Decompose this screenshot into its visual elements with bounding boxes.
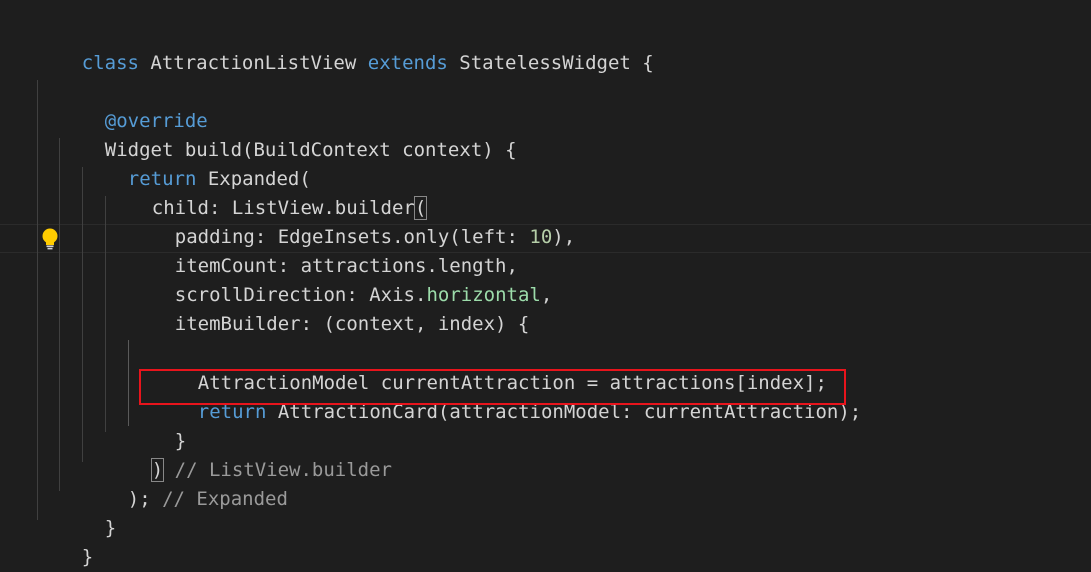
code-line-method-close[interactable]: } (59, 485, 116, 539)
comment-expanded: // Expanded (150, 488, 288, 510)
class-close-brace: } (81, 546, 94, 568)
code-line-override[interactable]: @override (59, 78, 208, 132)
code-line-padding[interactable]: padding: EdgeInsets.only(left: 10), (129, 194, 575, 248)
code-line-class-close[interactable]: } (36, 514, 93, 568)
superclass: StatelessWidget { (447, 52, 654, 74)
expanded-close: ); (127, 488, 151, 510)
class-name: AttractionListView (138, 52, 368, 74)
code-line-scroll-direction[interactable]: scrollDirection: Axis.horizontal, (129, 252, 553, 306)
code-line-build-method[interactable]: Widget build(BuildContext context) { (59, 107, 517, 161)
code-line-itembuilder[interactable]: itemBuilder: (context, index) { (129, 281, 530, 335)
indent-guide (37, 80, 38, 520)
method-close-brace: } (104, 517, 117, 539)
code-line-expanded-close[interactable]: ); // Expanded (82, 456, 288, 510)
red-highlight-box (139, 369, 846, 405)
code-line-current-attraction[interactable]: AttractionModel currentAttraction = attr… (152, 340, 827, 394)
comma: , (540, 284, 553, 306)
code-line-listview-close[interactable]: ) // ListView.builder (106, 427, 392, 482)
padding-close: ), (552, 226, 576, 248)
code-line-close-brace[interactable]: } (129, 398, 186, 452)
code-line-child-listview[interactable]: child: ListView.builder( (106, 165, 428, 220)
code-line-class-declaration[interactable]: class AttractionListView extends Statele… (36, 20, 654, 74)
code-line-return-expanded[interactable]: return Expanded( (82, 136, 311, 190)
code-editor[interactable]: class AttractionListView extends Statele… (0, 0, 1091, 572)
keyword-class: class (81, 52, 139, 74)
itembuilder-prop: itemBuilder: (context, index) { (174, 313, 530, 335)
lightbulb-icon[interactable] (40, 227, 60, 251)
code-line-itemcount[interactable]: itemCount: attractions.length, (129, 223, 518, 277)
keyword-extends: extends (367, 52, 448, 74)
number-literal: 10 (529, 226, 553, 248)
